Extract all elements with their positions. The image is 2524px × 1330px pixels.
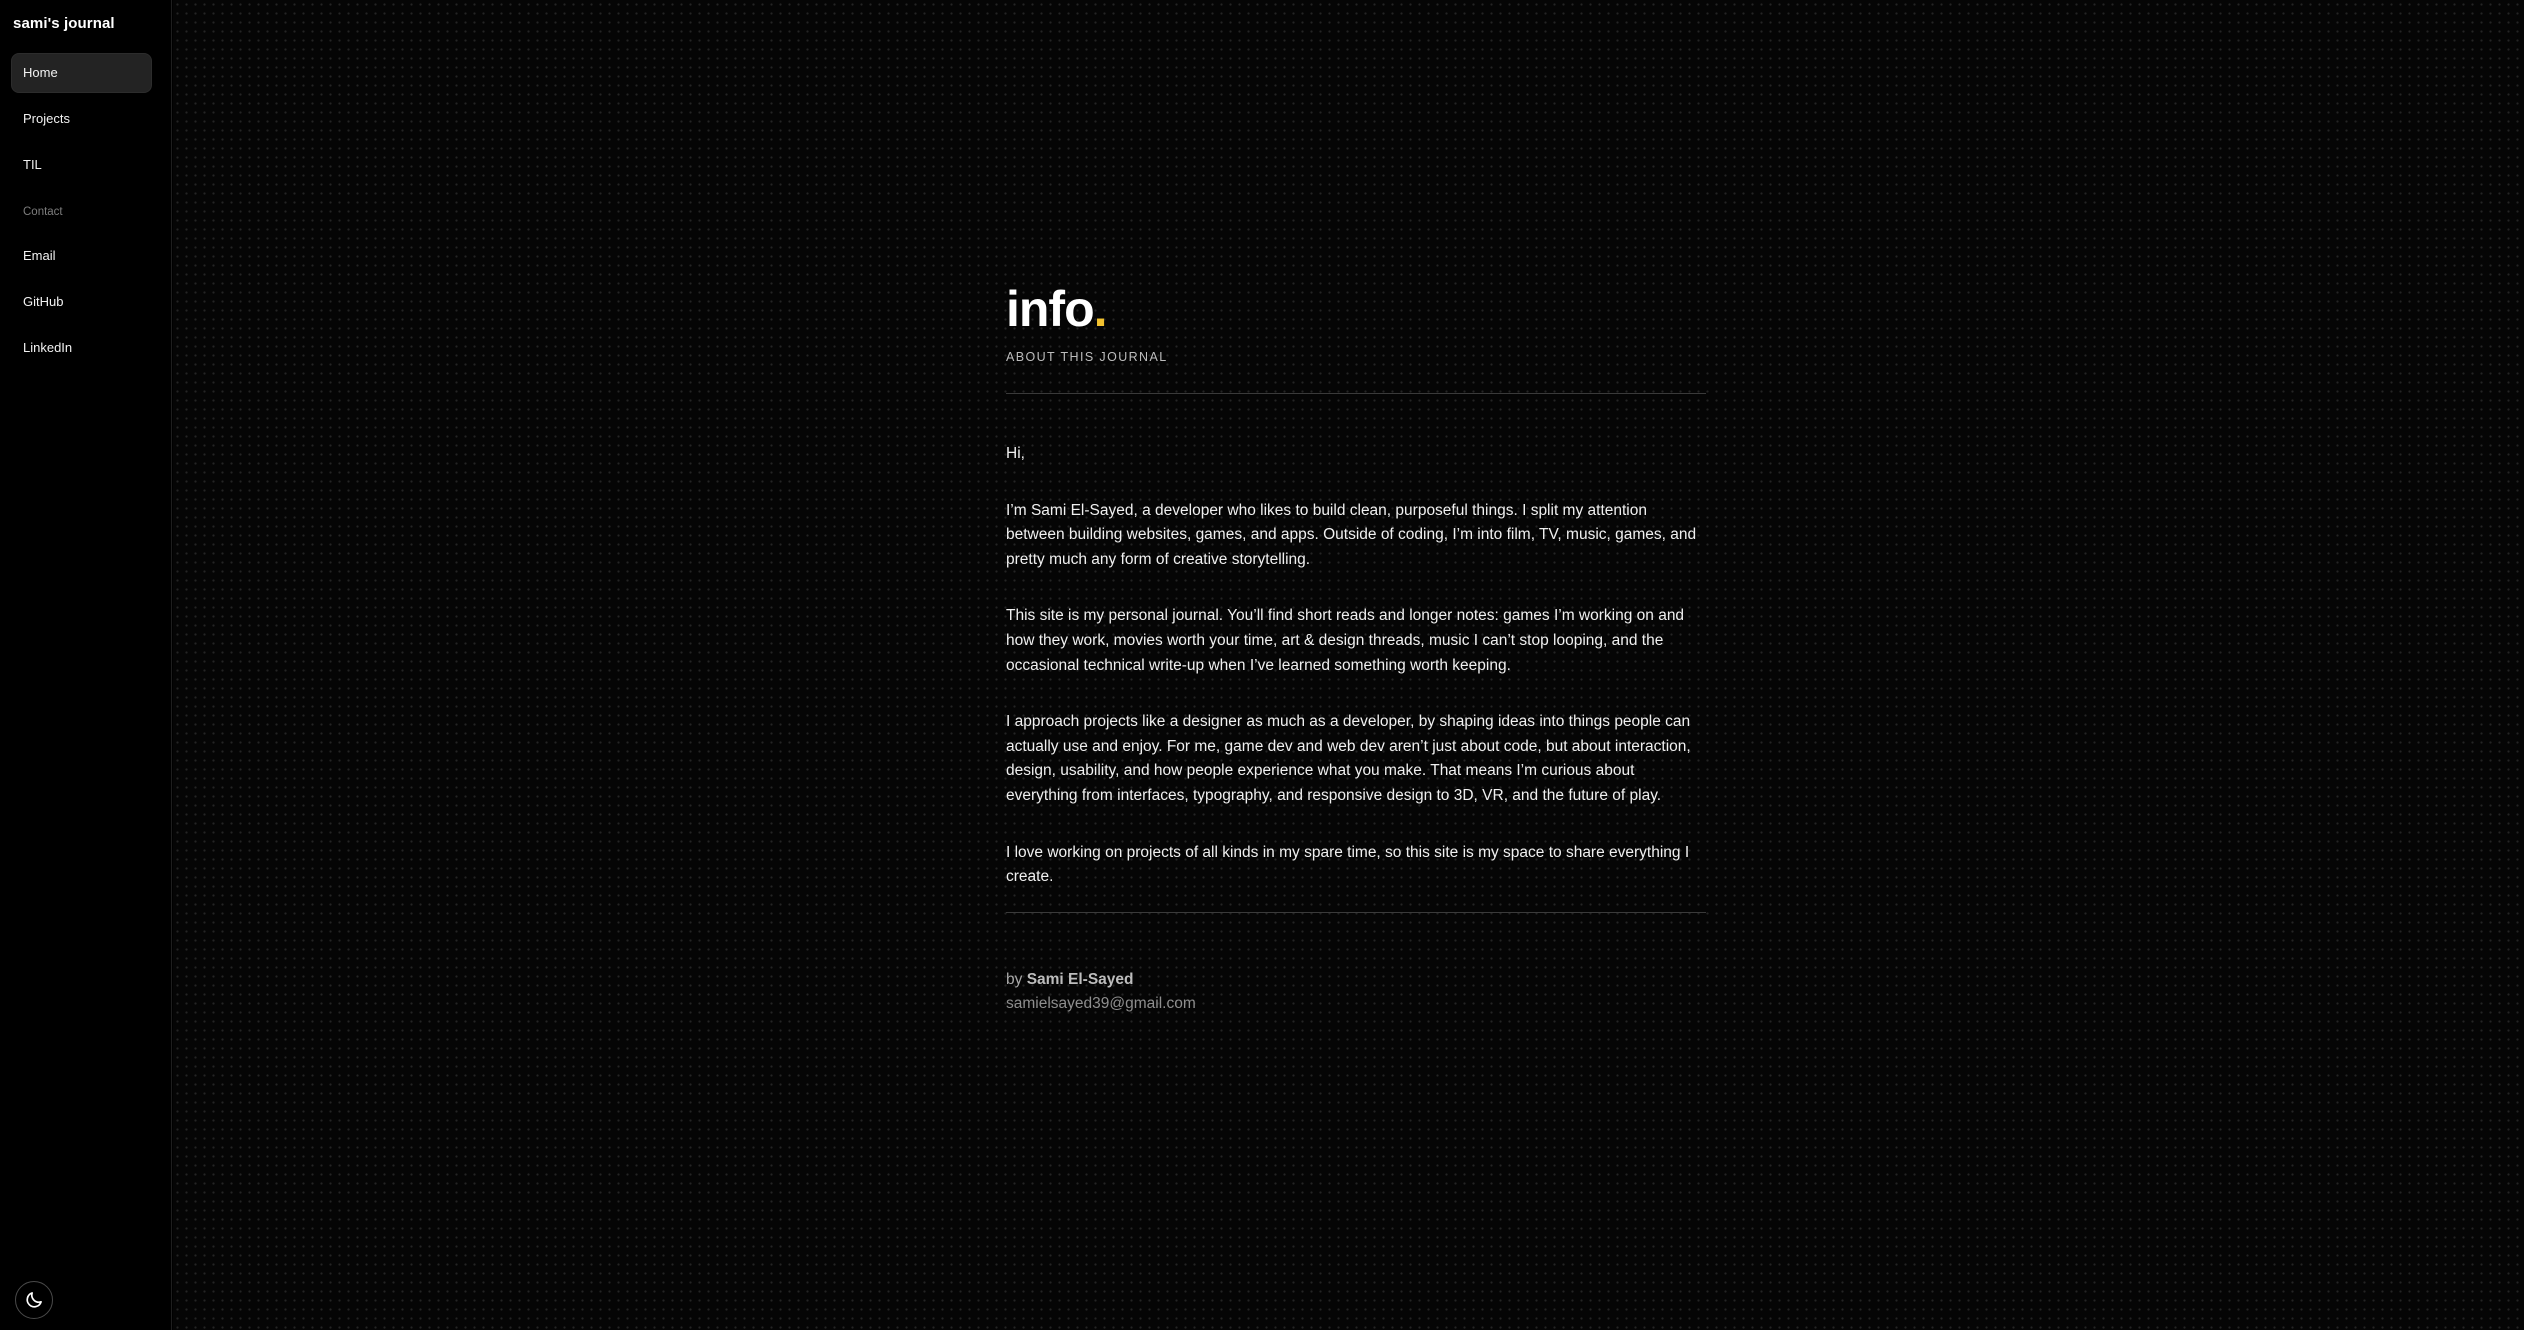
sidebar-item-home[interactable]: Home (11, 53, 152, 93)
top-divider (1006, 393, 1706, 394)
sidebar-item-til[interactable]: TIL (11, 145, 152, 185)
app-root: sami's journal Home Projects TIL Contact… (0, 0, 2524, 1330)
article-body: Hi, I’m Sami El-Sayed, a developer who l… (1006, 442, 1706, 890)
sidebar-item-projects[interactable]: Projects (11, 99, 152, 139)
sidebar: sami's journal Home Projects TIL Contact… (0, 0, 172, 1330)
byline-prefix: by (1006, 970, 1023, 988)
sidebar-item-email[interactable]: Email (11, 236, 152, 276)
intro-paragraph: I’m Sami El-Sayed, a developer who likes… (1006, 501, 1697, 568)
info-article: info. ABOUT THIS JOURNAL Hi, I’m Sami El… (1006, 276, 1706, 1016)
closing-paragraph: I love working on projects of all kinds … (1006, 843, 1690, 886)
author-email-link[interactable]: samielsayed39@gmail.com (1006, 992, 1706, 1016)
byline: by Sami El-Sayed (1006, 968, 1706, 992)
author-name: Sami El-Sayed (1026, 970, 1134, 988)
sidebar-item-github[interactable]: GitHub (11, 282, 152, 322)
page-title: info. (1006, 276, 1706, 342)
journal-paragraph: This site is my personal journal. You’ll… (1006, 607, 1685, 674)
site-brand[interactable]: sami's journal (13, 15, 115, 32)
bottom-divider (1006, 911, 1706, 913)
moon-icon (26, 1292, 42, 1308)
theme-toggle-button[interactable] (15, 1281, 53, 1319)
page-title-text: info (1006, 281, 1095, 337)
contact-section-label: Contact (23, 206, 63, 218)
greeting-paragraph: Hi, (1006, 445, 1025, 462)
approach-paragraph: I approach projects like a designer as m… (1006, 713, 1691, 804)
main-content-area: info. ABOUT THIS JOURNAL Hi, I’m Sami El… (173, 0, 2524, 1330)
page-subtitle: ABOUT THIS JOURNAL (1006, 350, 1168, 364)
sidebar-item-linkedin[interactable]: LinkedIn (11, 328, 152, 368)
title-accent-dot: . (1093, 281, 1108, 337)
